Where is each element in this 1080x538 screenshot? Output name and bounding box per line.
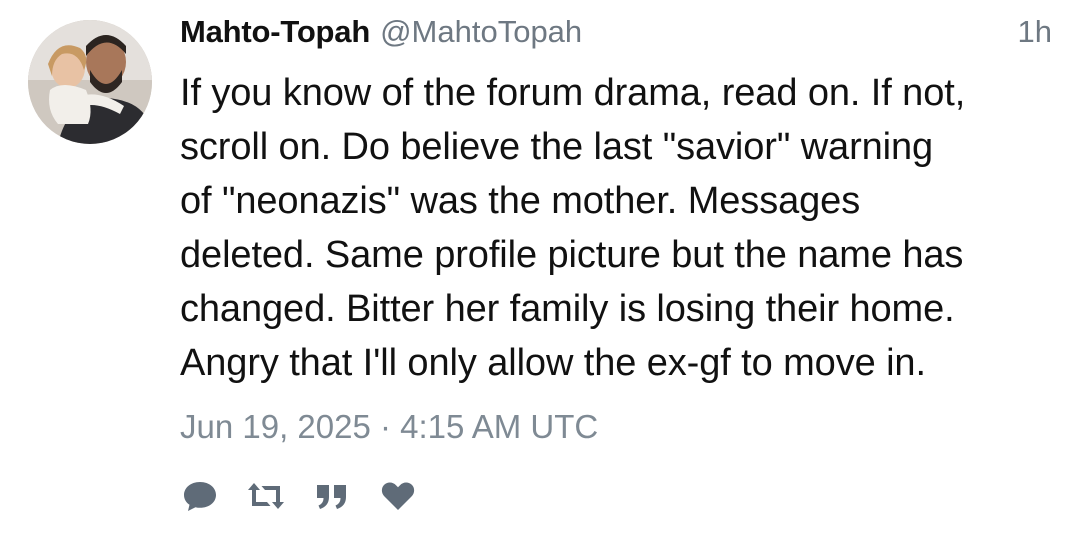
tweet: Mahto-Topah @MahtoTopah 1h If you know of… (0, 0, 1080, 538)
reply-button[interactable] (180, 476, 220, 516)
retweet-icon (248, 483, 284, 509)
heart-icon (381, 482, 415, 510)
avatar[interactable] (28, 20, 152, 144)
like-button[interactable] (378, 476, 418, 516)
display-name[interactable]: Mahto-Topah (180, 14, 370, 49)
tweet-actions (180, 476, 444, 516)
avatar-photo-icon (28, 20, 152, 144)
tweet-header: Mahto-Topah @MahtoTopah (180, 14, 1060, 56)
tweet-timestamp[interactable]: Jun 19, 2025 · 4:15 AM UTC (180, 408, 598, 446)
retweet-button[interactable] (246, 476, 286, 516)
user-handle[interactable]: @MahtoTopah (380, 14, 582, 49)
tweet-text: If you know of the forum drama, read on.… (180, 72, 966, 384)
quote-button[interactable] (312, 476, 352, 516)
quote-icon (317, 485, 346, 509)
relative-time[interactable]: 1h (1018, 14, 1052, 50)
comment-icon (184, 482, 216, 511)
